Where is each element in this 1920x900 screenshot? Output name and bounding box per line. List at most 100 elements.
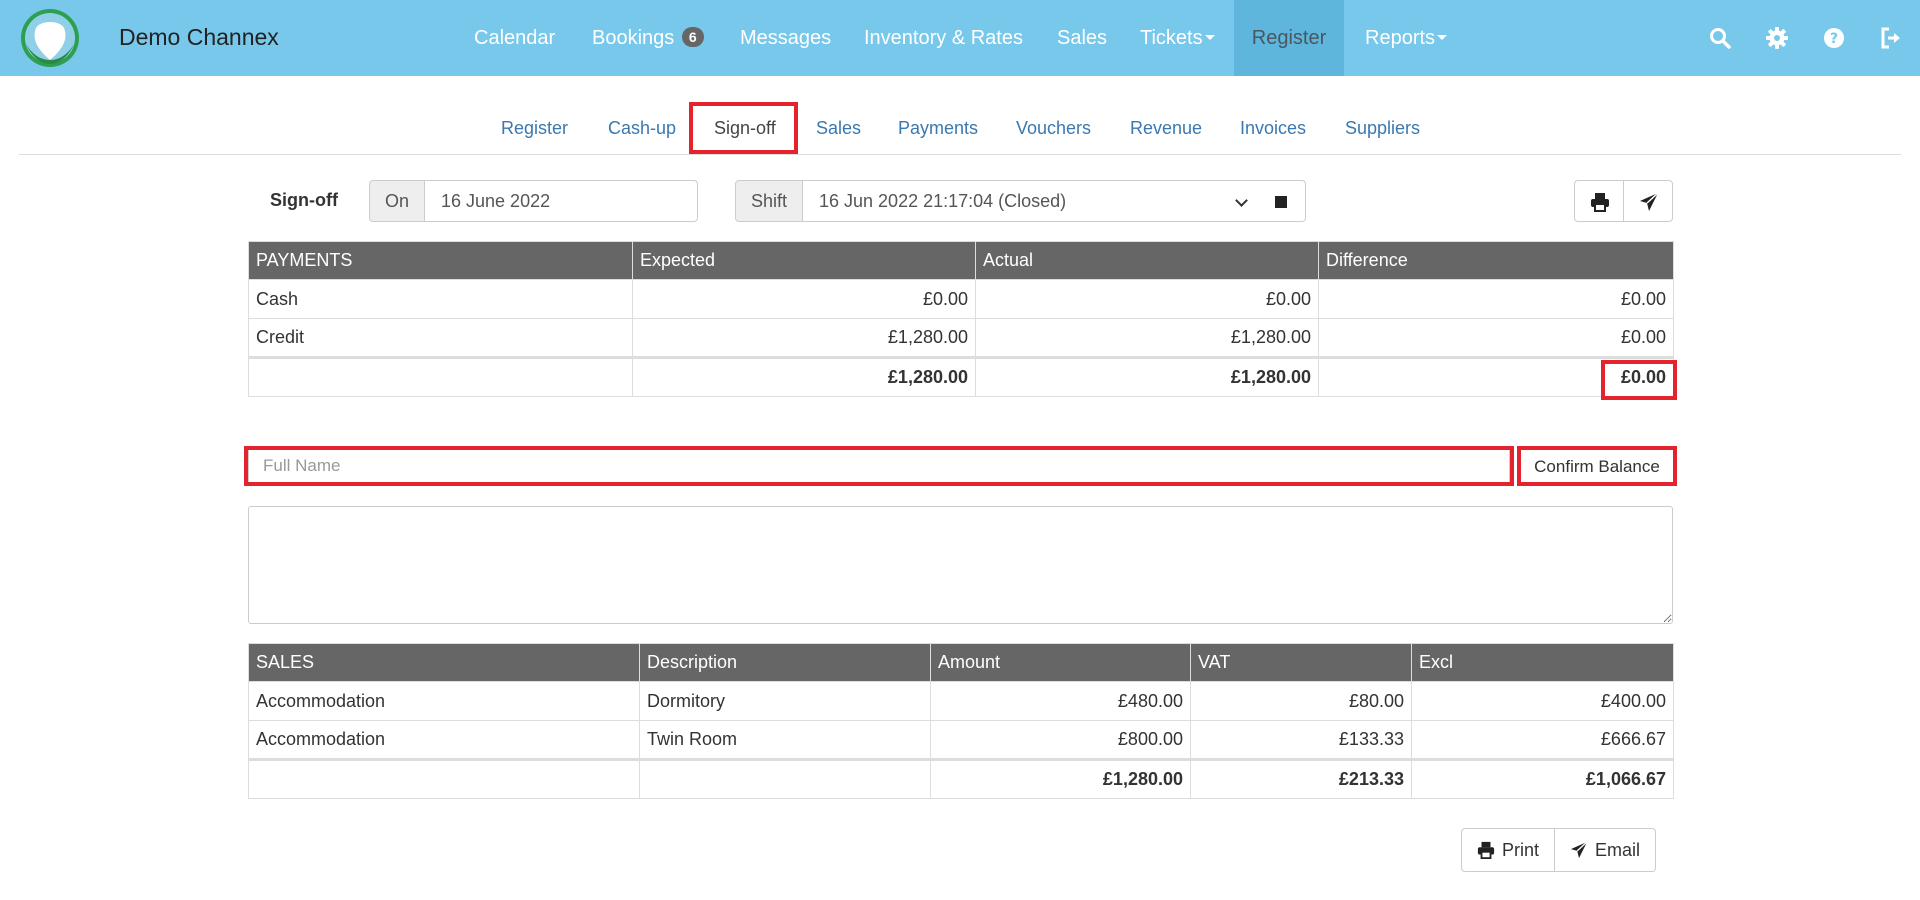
tab-invoices[interactable]: Invoices <box>1240 118 1306 139</box>
tab-sign-off[interactable]: Sign-off <box>714 118 776 139</box>
print-button[interactable]: Print <box>1461 828 1556 872</box>
actual-col-header: Actual <box>975 241 1319 280</box>
total-label-cell <box>248 356 633 397</box>
nav-reports-label: Reports <box>1365 27 1436 49</box>
logout-icon[interactable] <box>1879 26 1903 50</box>
tickets-caret-icon <box>1204 35 1215 40</box>
nav-sales[interactable]: Sales <box>1057 0 1107 76</box>
amount-col-header: Amount <box>930 643 1191 682</box>
payments-header-row: PAYMENTS Expected Actual Difference <box>248 241 1674 280</box>
sign-off-label: Sign-off <box>270 190 338 210</box>
app-logo[interactable] <box>20 8 80 68</box>
gear-icon[interactable] <box>1765 26 1789 50</box>
table-row: Accommodation Twin Room £800.00 £133.33 … <box>248 720 1674 760</box>
nav-tickets[interactable]: Tickets <box>1140 0 1215 76</box>
reports-caret-icon <box>1437 35 1448 40</box>
full-name-input[interactable] <box>248 448 1510 484</box>
tab-register[interactable]: Register <box>501 118 568 139</box>
sale-vat: £80.00 <box>1190 681 1412 721</box>
print-icon-button[interactable] <box>1574 180 1624 222</box>
nav-bookings[interactable]: Bookings 6 <box>592 0 704 76</box>
send-icon-button[interactable] <box>1623 180 1673 222</box>
nav-register[interactable]: Register <box>1234 0 1344 76</box>
sale-excl: £400.00 <box>1411 681 1674 721</box>
nav-sales-label: Sales <box>1057 27 1108 49</box>
stop-icon <box>1275 196 1287 208</box>
total-label-cell <box>248 758 640 799</box>
vat-total: £213.33 <box>1190 758 1412 799</box>
expected-value: £1,280.00 <box>632 318 976 358</box>
description-col-header: Description <box>639 643 931 682</box>
sales-total-row: £1,280.00 £213.33 £1,066.67 <box>248 758 1674 799</box>
sale-excl: £666.67 <box>1411 720 1674 760</box>
chevron-down-icon <box>1235 194 1248 207</box>
payments-total-row: £1,280.00 £1,280.00 £0.00 <box>248 356 1674 397</box>
search-icon[interactable] <box>1708 26 1732 50</box>
sale-category: Accommodation <box>248 720 640 760</box>
confirm-balance-button[interactable]: Confirm Balance <box>1521 450 1673 484</box>
stop-button[interactable] <box>1256 180 1306 222</box>
svg-text:?: ? <box>1830 31 1838 47</box>
nav-inventory-rates-label: Inventory & Rates <box>864 27 1023 49</box>
top-navbar: Demo Channex Calendar Bookings 6 Message… <box>0 0 1920 76</box>
nav-calendar-label: Calendar <box>474 27 556 49</box>
tab-cash-up[interactable]: Cash-up <box>608 118 676 139</box>
expected-value: £0.00 <box>632 279 976 319</box>
email-label: Email <box>1595 839 1641 860</box>
table-row: Cash £0.00 £0.00 £0.00 <box>248 279 1674 319</box>
shift-addon: Shift <box>735 180 803 222</box>
sale-amount: £480.00 <box>930 681 1191 721</box>
brand-name[interactable]: Demo Channex <box>119 24 279 51</box>
tab-revenue[interactable]: Revenue <box>1130 118 1202 139</box>
print-label: Print <box>1502 839 1540 860</box>
sale-description: Twin Room <box>639 720 931 760</box>
nav-tickets-label: Tickets <box>1140 27 1203 49</box>
report-actions: Print Email <box>1461 828 1657 872</box>
expected-total: £1,280.00 <box>632 356 976 397</box>
actual-total: £1,280.00 <box>975 356 1319 397</box>
printer-icon <box>1591 193 1609 212</box>
tab-payments[interactable]: Payments <box>898 118 978 139</box>
payment-method: Cash <box>248 279 633 319</box>
bookings-count-badge: 6 <box>681 27 704 47</box>
sale-vat: £133.33 <box>1190 720 1412 760</box>
nav-inventory-rates[interactable]: Inventory & Rates <box>864 0 1023 76</box>
expected-col-header: Expected <box>632 241 976 280</box>
table-row: Credit £1,280.00 £1,280.00 £0.00 <box>248 318 1674 358</box>
vat-col-header: VAT <box>1190 643 1412 682</box>
tab-vouchers[interactable]: Vouchers <box>1016 118 1091 139</box>
difference-total: £0.00 <box>1318 356 1674 397</box>
paper-plane-icon <box>1640 192 1659 211</box>
nav-calendar[interactable]: Calendar <box>474 0 555 76</box>
sign-off-date-field[interactable]: 16 June 2022 <box>424 180 698 222</box>
email-button[interactable]: Email <box>1555 828 1657 872</box>
shift-select[interactable]: 16 Jun 2022 21:17:04 (Closed) <box>802 180 1257 222</box>
help-icon[interactable]: ? <box>1822 26 1846 50</box>
tab-divider <box>19 154 1901 155</box>
payments-table: PAYMENTS Expected Actual Difference Cash… <box>248 241 1674 397</box>
nav-messages[interactable]: Messages <box>740 0 831 76</box>
payments-col-header: PAYMENTS <box>248 241 633 280</box>
notes-textarea[interactable] <box>248 506 1673 624</box>
payment-method: Credit <box>248 318 633 358</box>
sales-header-row: SALES Description Amount VAT Excl <box>248 643 1674 682</box>
difference-value: £0.00 <box>1318 318 1674 358</box>
nav-register-label: Register <box>1251 27 1327 49</box>
sales-col-header: SALES <box>248 643 640 682</box>
difference-col-header: Difference <box>1318 241 1674 280</box>
sale-amount: £800.00 <box>930 720 1191 760</box>
excl-col-header: Excl <box>1411 643 1674 682</box>
table-row: Accommodation Dormitory £480.00 £80.00 £… <box>248 681 1674 721</box>
sale-category: Accommodation <box>248 681 640 721</box>
sales-table: SALES Description Amount VAT Excl Accomm… <box>248 643 1674 799</box>
excl-total: £1,066.67 <box>1411 758 1674 799</box>
difference-value: £0.00 <box>1318 279 1674 319</box>
nav-messages-label: Messages <box>740 27 832 49</box>
tab-suppliers[interactable]: Suppliers <box>1345 118 1420 139</box>
nav-bookings-label: Bookings <box>592 27 675 49</box>
tab-sales[interactable]: Sales <box>816 118 861 139</box>
nav-reports[interactable]: Reports <box>1365 0 1448 76</box>
actual-value: £0.00 <box>975 279 1319 319</box>
printer-icon <box>1477 841 1495 859</box>
shift-select-value: 16 Jun 2022 21:17:04 (Closed) <box>819 191 1067 211</box>
